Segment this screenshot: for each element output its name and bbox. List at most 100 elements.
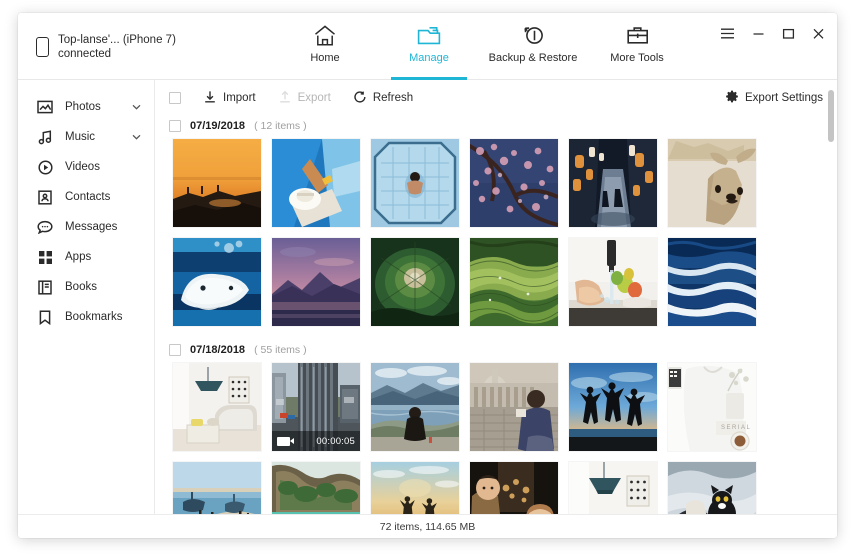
book-icon — [36, 278, 54, 296]
tab-home[interactable]: Home — [273, 13, 377, 80]
contact-icon — [36, 188, 54, 206]
chevron-down-icon[interactable] — [132, 104, 142, 110]
thumbnail-lotus-leaf-macro[interactable] — [371, 238, 459, 326]
device-name: Top-lanse'... (iPhone 7) — [58, 34, 176, 46]
tab-manage-label: Manage — [409, 52, 449, 64]
sidebar-item-books-label: Books — [65, 281, 97, 293]
minimize-icon[interactable] — [752, 27, 765, 40]
device-status: connected — [58, 48, 112, 60]
photo-icon — [36, 98, 54, 116]
status-text: 72 items, 114.65 MB — [379, 520, 476, 533]
tab-manage[interactable]: Manage — [377, 13, 481, 80]
backup-restore-icon — [521, 24, 546, 47]
thumbnail-aerial-swimming-pool[interactable] — [371, 139, 459, 227]
sidebar-item-videos[interactable]: Videos — [18, 152, 154, 182]
tab-backup-restore[interactable]: Backup & Restore — [481, 13, 585, 80]
import-label: Import — [223, 92, 256, 104]
select-all-checkbox[interactable] — [169, 92, 181, 104]
sidebar: Photos Music Videos Contacts Messages Ap… — [18, 80, 155, 514]
body-area: Photos Music Videos Contacts Messages Ap… — [18, 80, 837, 514]
thumbnail-tourist-in-square[interactable] — [470, 363, 558, 451]
export-button[interactable]: Export — [278, 90, 331, 107]
group-date: 07/19/2018 — [190, 120, 246, 132]
sidebar-item-photos[interactable]: Photos — [18, 92, 154, 122]
group-date: 07/18/2018 — [190, 344, 246, 356]
tab-more-tools[interactable]: More Tools — [585, 13, 689, 80]
sidebar-item-books[interactable]: Books — [18, 272, 154, 302]
group-count: ( 12 items ) — [254, 120, 307, 132]
thumbnail-living-room-interior[interactable] — [173, 363, 261, 451]
sidebar-item-apps-label: Apps — [65, 251, 92, 263]
export-settings-button[interactable]: Export Settings — [725, 90, 823, 107]
thumbnail-beluga-whale-underwater[interactable] — [173, 238, 261, 326]
thumbnail-woman-sitting-lakeside[interactable] — [371, 363, 459, 451]
tab-backup-restore-label: Backup & Restore — [488, 52, 578, 64]
thumbnail-deer-in-snow[interactable] — [668, 139, 756, 227]
video-duration: 00:00:05 — [316, 435, 355, 447]
sidebar-item-bookmarks[interactable]: Bookmarks — [18, 302, 154, 332]
thumbnail-family-portrait-warm[interactable] — [470, 462, 558, 514]
thumbnail-ocean-waves-dark[interactable] — [668, 238, 756, 326]
thumbnail-mountain-lake-dusk[interactable] — [272, 238, 360, 326]
export-label: Export — [297, 92, 331, 104]
thumbnail-washing-fruit-sink[interactable] — [569, 238, 657, 326]
device-info[interactable]: Top-lanse'... (iPhone 7) connected — [36, 33, 176, 61]
group-header: 07/19/2018 ( 12 items ) — [169, 113, 837, 139]
thumbnail-jumping-silhouettes-sunset[interactable] — [569, 363, 657, 451]
gear-icon — [725, 90, 739, 107]
sidebar-item-apps[interactable]: Apps — [18, 242, 154, 272]
thumbnail-limestone-cliff-lagoon[interactable] — [272, 462, 360, 514]
vertical-scrollbar-track[interactable] — [828, 84, 834, 510]
thumbnail-cat-on-lap[interactable] — [668, 462, 756, 514]
group-select-checkbox[interactable] — [169, 120, 181, 132]
thumbnail-row — [169, 238, 837, 326]
export-icon — [278, 90, 292, 107]
sidebar-item-contacts[interactable]: Contacts — [18, 182, 154, 212]
import-icon — [203, 90, 217, 107]
sidebar-item-music-label: Music — [65, 131, 96, 143]
sidebar-item-videos-label: Videos — [65, 161, 100, 173]
sidebar-item-photos-label: Photos — [65, 101, 101, 113]
menu-icon[interactable] — [720, 27, 735, 40]
status-bar: 72 items, 114.65 MB — [18, 514, 837, 538]
thumbnail-tropical-beach-boats[interactable] — [173, 462, 261, 514]
bookmark-icon — [36, 308, 54, 326]
thumbnail-pool-sunbather-hat[interactable] — [272, 139, 360, 227]
thumbnail-couple-beach-sunset[interactable] — [371, 462, 459, 514]
title-bar: Top-lanse'... (iPhone 7) connected Home — [18, 13, 837, 80]
thumbnail-lantern-alley-night[interactable] — [569, 139, 657, 227]
group-header: 07/18/2018 ( 55 items ) — [169, 337, 837, 363]
main-tab-bar: Home Manage Backup & Restore More Tools — [273, 13, 689, 80]
video-camera-icon — [277, 436, 294, 446]
window-controls — [720, 27, 825, 40]
import-button[interactable]: Import — [203, 90, 256, 107]
music-icon — [36, 128, 54, 146]
sidebar-item-contacts-label: Contacts — [65, 191, 111, 203]
group-select-checkbox[interactable] — [169, 344, 181, 356]
thumbnail-sunset-beach-silhouette[interactable] — [173, 139, 261, 227]
thumbnail-row: 00:00:05 SERIAL — [169, 363, 837, 451]
svg-text:SERIAL: SERIAL — [721, 425, 751, 431]
close-icon[interactable] — [812, 27, 825, 40]
application-window: Top-lanse'... (iPhone 7) connected Home — [18, 13, 837, 538]
refresh-icon — [353, 90, 367, 107]
refresh-button[interactable]: Refresh — [353, 90, 413, 107]
apps-icon — [36, 248, 54, 266]
maximize-icon[interactable] — [782, 27, 795, 40]
thumbnail-cherry-blossom-night[interactable] — [470, 139, 558, 227]
thumbnail-city-building-video[interactable]: 00:00:05 — [272, 363, 360, 451]
thumbnail-white-tshirt-flatlay[interactable]: SERIAL — [668, 363, 756, 451]
thumbnail-pendant-lamp-wall[interactable] — [569, 462, 657, 514]
sidebar-item-music[interactable]: Music — [18, 122, 154, 152]
chevron-down-icon[interactable] — [132, 134, 142, 140]
video-icon — [36, 158, 54, 176]
toolbox-icon — [625, 24, 650, 47]
photo-scroll-region[interactable]: 07/19/2018 ( 12 items ) 07/18/2018 (55 … — [155, 113, 837, 514]
folder-icon — [416, 24, 442, 47]
sidebar-item-messages[interactable]: Messages — [18, 212, 154, 242]
export-settings-label: Export Settings — [745, 92, 823, 104]
tab-more-tools-label: More Tools — [610, 52, 664, 64]
sidebar-item-messages-label: Messages — [65, 221, 118, 233]
thumbnail-rice-terrace-aerial[interactable] — [470, 238, 558, 326]
vertical-scrollbar-thumb[interactable] — [828, 90, 834, 142]
